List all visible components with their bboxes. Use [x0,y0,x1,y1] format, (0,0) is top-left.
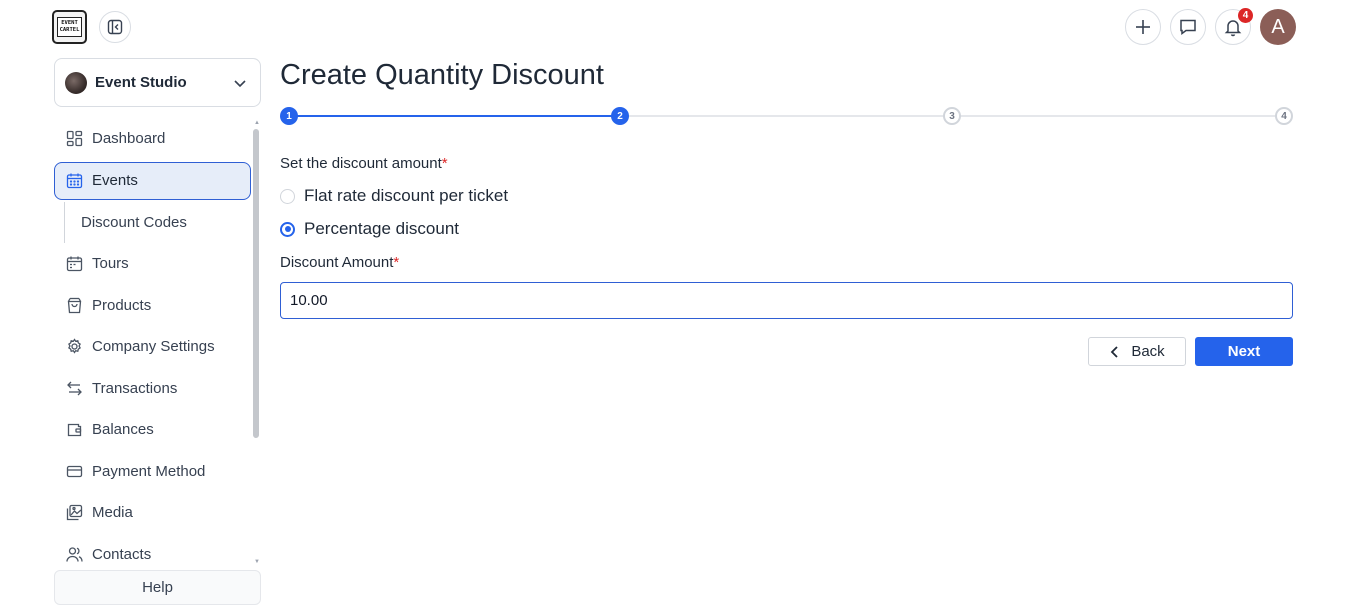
logo-frame: EVENT CARTEL [57,17,82,37]
back-button-label: Back [1131,343,1165,360]
calendar-icon [65,255,83,273]
sidebar-item-company-settings[interactable]: Company Settings [54,326,251,368]
sidebar-item-label: Discount Codes [81,213,187,231]
sidebar-item-label: Tours [92,255,129,273]
sidebar-collapse-icon [107,19,123,35]
arrows-icon [65,379,83,397]
sidebar-item-label: Dashboard [92,130,166,148]
sidebar-item-discount-codes[interactable]: Discount Codes [64,201,251,243]
users-icon [65,545,83,563]
required-mark: * [393,254,400,271]
sidebar-nav: Dashboard Events Discount Codes Tours Pr… [54,118,251,575]
sidebar-item-label: Company Settings [92,338,215,356]
bag-icon [65,296,83,314]
organization-selector[interactable]: Event Studio [54,58,261,107]
sidebar-item-label: Events [92,172,138,189]
add-button[interactable] [1125,9,1161,45]
percentage-radio[interactable] [280,221,295,237]
dashboard-icon [65,130,83,148]
flat-rate-label: Flat rate discount per ticket [304,186,509,205]
chevron-left-icon [1109,345,1121,359]
sidebar-item-contacts[interactable]: Contacts [54,534,251,576]
step-2[interactable]: 2 [611,107,629,125]
sidebar-item-media[interactable]: Media [54,492,251,534]
step-connector-complete [289,115,620,117]
notification-count-badge: 4 [1238,8,1253,23]
help-button[interactable]: Help [54,570,261,605]
plus-icon [1136,20,1150,34]
page-title: Create Quantity Discount [280,59,604,91]
organization-logo [65,71,87,94]
discount-amount-label: Discount Amount* [280,254,399,271]
flat-rate-radio[interactable] [280,188,295,204]
sidebar-item-dashboard[interactable]: Dashboard [54,118,251,160]
sidebar-scrollbar-thumb[interactable] [253,129,259,438]
progress-stepper: 1 2 3 4 [280,106,1294,126]
discount-amount-input[interactable] [280,282,1293,319]
sidebar-item-payment-method[interactable]: Payment Method [54,451,251,493]
logo-text-line1: EVENT [61,20,78,26]
back-button[interactable]: Back [1088,337,1186,366]
next-button[interactable]: Next [1195,337,1293,366]
chevron-down-icon [234,79,246,87]
user-avatar[interactable]: A [1260,9,1296,45]
step-1[interactable]: 1 [280,107,298,125]
app-logo[interactable]: EVENT CARTEL [52,10,87,44]
sidebar-item-balances[interactable]: Balances [54,409,251,451]
organization-name: Event Studio [95,74,187,91]
gear-icon [65,338,83,356]
discount-amount-label-text: Discount Amount [280,254,394,271]
card-icon [65,462,83,480]
discount-type-label: Set the discount amount* [280,155,448,172]
chat-icon [1180,19,1196,35]
calendar-icon [65,172,83,190]
sidebar-item-label: Balances [92,421,154,439]
step-3[interactable]: 3 [943,107,961,125]
scroll-up-arrow[interactable]: ▲ [254,120,260,126]
sidebar-item-products[interactable]: Products [54,285,251,327]
sidebar-item-label: Payment Method [92,462,206,480]
image-icon [65,504,83,522]
notifications-button[interactable]: 4 [1215,8,1253,45]
required-mark: * [441,155,448,172]
percentage-label: Percentage discount [304,219,459,238]
option-percentage[interactable]: Percentage discount [280,219,459,239]
messages-button[interactable] [1170,9,1206,45]
wallet-icon [65,421,83,439]
option-flat-rate[interactable]: Flat rate discount per ticket [280,186,508,206]
sidebar-item-label: Products [92,296,152,314]
step-4[interactable]: 4 [1275,107,1293,125]
sidebar-item-tours[interactable]: Tours [54,243,251,285]
logo-text-line2: CARTEL [59,27,80,33]
sidebar-item-events[interactable]: Events [54,161,251,200]
sidebar-item-label: Contacts [92,545,152,563]
discount-type-label-text: Set the discount amount [280,155,442,172]
sidebar-item-label: Media [92,504,133,522]
scroll-down-arrow[interactable]: ▼ [254,559,260,565]
sidebar-item-label: Transactions [92,379,178,397]
collapse-sidebar-button[interactable] [99,11,131,43]
sidebar-item-transactions[interactable]: Transactions [54,368,251,410]
